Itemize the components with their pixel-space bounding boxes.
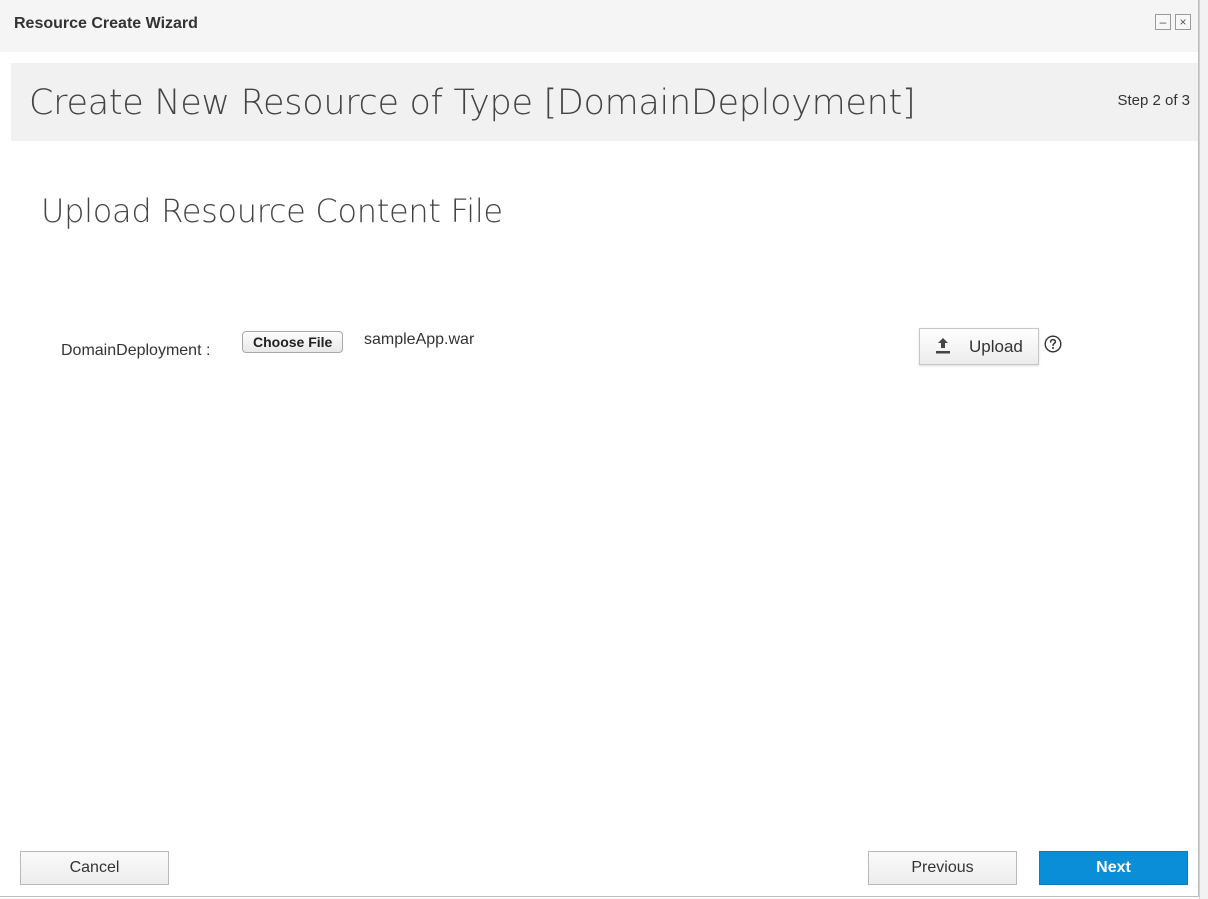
resource-create-wizard-dialog: Resource Create Wizard – × Create New Re… [0,0,1199,897]
choose-file-button[interactable]: Choose File [242,331,344,353]
wizard-title: Create New Resource of Type [DomainDeplo… [29,83,916,123]
upload-button[interactable]: Upload [919,328,1039,365]
question-circle-icon[interactable] [1044,335,1062,353]
close-button[interactable]: × [1175,14,1191,30]
next-button[interactable]: Next [1039,851,1188,885]
wizard-header: Create New Resource of Type [DomainDeplo… [11,63,1198,141]
upload-icon [935,337,951,355]
step-indicator: Step 2 of 3 [1117,92,1190,109]
cancel-button[interactable]: Cancel [20,851,169,885]
domain-deployment-label: DomainDeployment : [61,342,211,359]
minimize-button[interactable]: – [1155,14,1171,30]
selected-file-name: sampleApp.war [364,331,475,348]
background-page-edge [1199,0,1208,899]
dialog-title: Resource Create Wizard [14,15,198,32]
previous-button[interactable]: Previous [868,851,1017,885]
dialog-titlebar: Resource Create Wizard – × [0,0,1198,52]
section-title: Upload Resource Content File [41,192,503,230]
upload-button-label: Upload [969,337,1023,356]
